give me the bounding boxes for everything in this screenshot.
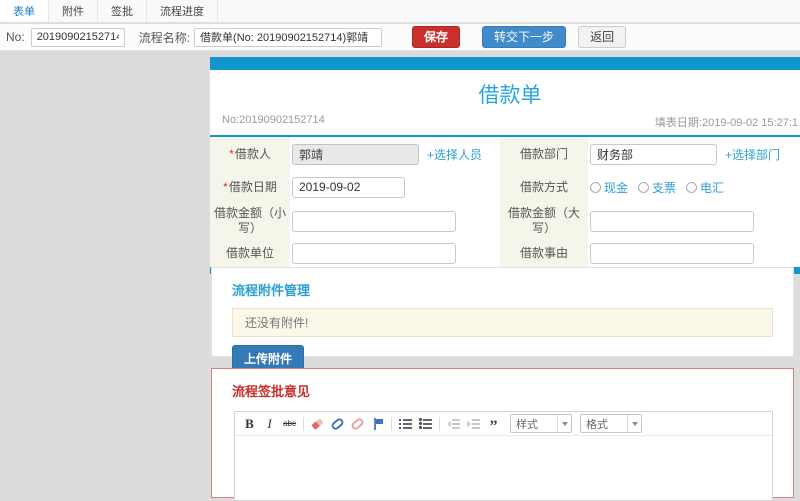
rich-text-editor: B I abc ” 样式 格式 [234,411,773,501]
department-label-text: 借款部门 [519,146,568,161]
form-title: 借款单 [478,84,542,107]
radio-wire-label: 电汇 [700,180,725,195]
strikethrough-icon[interactable]: abc [281,415,298,432]
required-mark: * [223,179,228,194]
chevron-down-icon [557,415,571,432]
radio-icon [638,181,650,193]
loan-reason-input[interactable] [590,242,754,264]
amount-upper-label: 借款金额（大写） [500,203,588,239]
tab-attachments[interactable]: 附件 [49,0,98,22]
next-step-button[interactable]: 转交下一步 [482,26,567,48]
toolbar-separator [391,416,392,431]
amount-upper-input[interactable] [590,210,754,232]
loan-method-label-text: 借款方式 [519,179,568,194]
radio-cheque[interactable]: 支票 [638,179,676,196]
tab-sign[interactable]: 签批 [98,0,147,22]
bold-icon[interactable]: B [241,415,258,432]
tab-form[interactable]: 表单 [0,0,49,22]
numbered-list-icon[interactable] [397,415,414,432]
department-input[interactable] [590,143,717,165]
approval-panel: 流程签批意见 B I abc ” 样式 格式 [211,368,794,501]
amount-lower-input[interactable] [292,210,456,232]
flow-name-label: 流程名称: [138,30,191,45]
loan-date-input[interactable] [292,176,405,198]
form-grid: * 借款人 +选择人员 借款部门 +选择部门 * 借款日期 借款方式 [210,137,800,267]
chevron-down-icon [627,415,641,432]
remove-format-icon[interactable] [309,415,326,432]
anchor-flag-icon[interactable] [369,415,386,432]
editor-content-area[interactable] [235,436,772,500]
styles-dropdown-label: 样式 [516,418,538,431]
no-label: No: [6,30,25,44]
tab-progress[interactable]: 流程进度 [147,0,218,22]
amount-lower-label-text: 借款金额（小写） [214,206,287,235]
loan-reason-label: 借款事由 [500,239,588,267]
attachments-heading: 流程附件管理 [232,283,311,298]
header-accent-bar [210,57,800,70]
approval-heading: 流程签批意见 [232,384,311,399]
bulleted-list-icon[interactable] [417,415,434,432]
no-attachments-alert: 还没有附件! [232,308,773,337]
loan-method-radio-group: 现金 支票 电汇 [590,179,724,196]
editor-toolbar: B I abc ” 样式 格式 [235,412,772,436]
format-dropdown[interactable]: 格式 [580,414,642,433]
loan-date-field-cell [290,171,500,203]
outdent-icon[interactable] [445,415,462,432]
toolbar-separator [303,416,304,431]
form-no-text: No:20190902152714 [222,114,325,126]
radio-cash[interactable]: 现金 [590,179,628,196]
unlink-icon[interactable] [349,415,366,432]
select-department-link[interactable]: +选择部门 [725,146,780,163]
format-dropdown-label: 格式 [586,418,608,431]
loan-unit-label: 借款单位 [210,239,290,267]
loan-unit-field-cell [290,239,500,267]
loan-unit-label-text: 借款单位 [225,245,274,260]
no-input[interactable] [30,27,125,47]
loan-date-label: * 借款日期 [210,171,290,203]
loan-form-card: 借款单 No:20190902152714 填表日期:2019-09-02 15… [210,57,800,274]
form-meta: No:20190902152714 填表日期:2019-09-02 15:27:… [210,114,800,135]
toolbar-separator [439,416,440,431]
action-toolbar: No: 流程名称: 保存 转交下一步 返回 [0,24,800,51]
select-person-link[interactable]: +选择人员 [427,146,482,163]
amount-upper-field-cell [588,203,800,239]
required-mark: * [229,146,234,161]
attachments-panel: 流程附件管理 还没有附件! 上传附件 [211,267,794,372]
department-label: 借款部门 [500,137,588,171]
loan-method-field-cell: 现金 支票 电汇 [588,171,800,203]
amount-lower-label: 借款金额（小写） [210,203,290,239]
department-field-cell: +选择部门 [588,137,800,171]
borrower-field-cell: +选择人员 [290,137,500,171]
flow-name-input[interactable] [194,27,383,47]
radio-cash-label: 现金 [604,180,629,195]
styles-dropdown[interactable]: 样式 [510,414,572,433]
loan-reason-label-text: 借款事由 [519,245,568,260]
link-icon[interactable] [329,415,346,432]
amount-lower-field-cell [290,203,500,239]
loan-unit-input[interactable] [292,242,456,264]
loan-method-label: 借款方式 [500,171,588,203]
form-date-text: 填表日期:2019-09-02 15:27:1 [654,117,798,129]
radio-cheque-label: 支票 [652,180,677,195]
amount-upper-label-text: 借款金额（大写） [507,206,580,235]
tab-bar: 表单 附件 签批 流程进度 [0,0,800,23]
radio-wire[interactable]: 电汇 [686,179,724,196]
radio-icon [686,181,698,193]
save-button[interactable]: 保存 [412,26,461,48]
loan-reason-field-cell [588,239,800,267]
borrower-label-text: 借款人 [234,146,271,161]
italic-icon[interactable]: I [261,415,278,432]
back-button[interactable]: 返回 [578,26,627,48]
indent-icon[interactable] [465,415,482,432]
blockquote-icon[interactable]: ” [485,415,502,435]
borrower-input[interactable] [292,143,419,165]
radio-icon [590,181,601,193]
loan-date-label-text: 借款日期 [228,179,277,194]
borrower-label: * 借款人 [210,137,290,171]
